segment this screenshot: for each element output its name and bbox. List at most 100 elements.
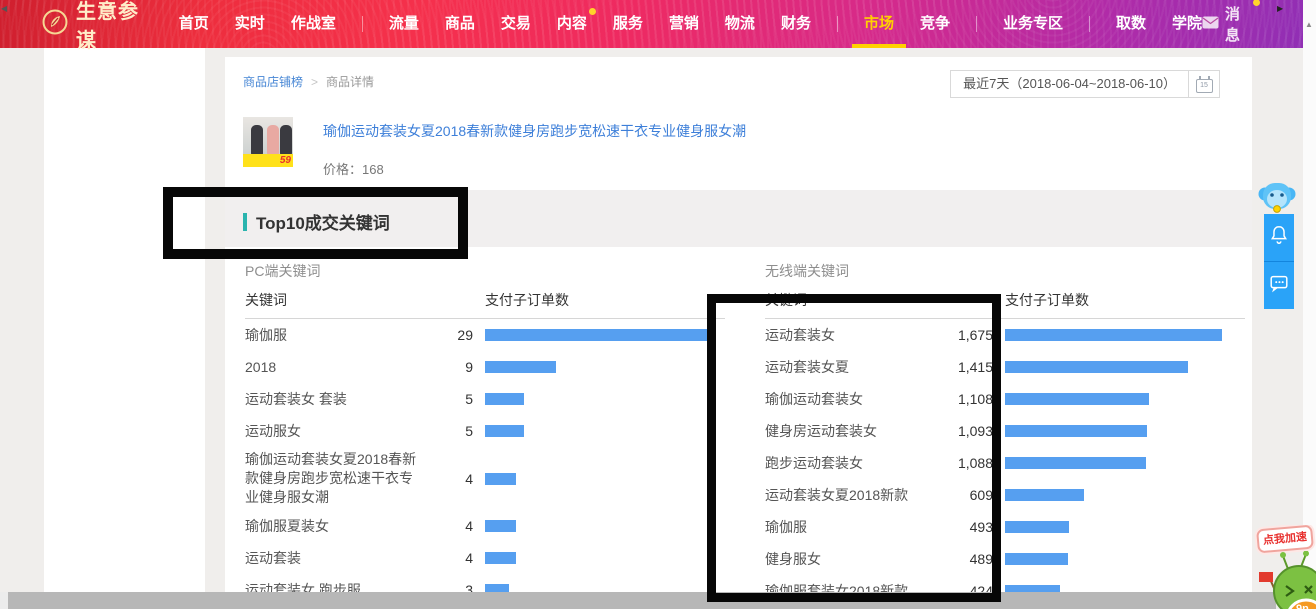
bar-track (485, 329, 725, 341)
table-title: 无线端关键词 (765, 262, 1245, 280)
nav-item-业务专区[interactable]: 业务专区 (1003, 0, 1063, 48)
date-range-button[interactable]: 最近7天（2018-06-04~2018-06-10） (950, 70, 1189, 98)
keyword-cell: 运动套装 (245, 546, 423, 571)
order-count-bar (1005, 489, 1084, 501)
brand-logo-icon (42, 9, 68, 40)
product-summary: 59 瑜伽运动套装女夏2018春新款健身房跑步宽松速干衣专业健身服女潮 价格：1… (243, 117, 746, 178)
bar-track (485, 425, 725, 437)
product-thumbnail[interactable]: 59 (243, 117, 293, 167)
nav-item-物流[interactable]: 物流 (725, 0, 755, 48)
nav-item-交易[interactable]: 交易 (501, 0, 531, 48)
keyword-cell: 瑜伽服套装女2018新款 (765, 579, 943, 593)
bar-track (1005, 521, 1245, 533)
scroll-left-arrow-icon[interactable]: ◀ (1, 4, 7, 13)
table-row: 瑜伽运动套装女夏2018春新款健身房跑步宽松速干衣专业健身服女潮4 (245, 447, 725, 510)
speedup-mascot[interactable]: 点我加速 9n (1252, 525, 1316, 609)
brand[interactable]: 生意参谋 (42, 0, 149, 53)
calendar-button[interactable]: 15 (1189, 70, 1220, 98)
nav-item-财务[interactable]: 财务 (781, 0, 811, 48)
bar-track (1005, 553, 1245, 565)
speedup-bubble[interactable]: 点我加速 (1256, 525, 1314, 553)
nav-messages-label: 消息 (1225, 3, 1250, 45)
keyword-cell: 瑜伽服 (765, 515, 943, 540)
left-sidebar-panel (44, 48, 205, 592)
keyword-cell: 跑步运动套装女 (765, 451, 943, 476)
nav-item-服务[interactable]: 服务 (613, 0, 643, 48)
order-count-bar (485, 584, 509, 592)
elephant-mascot[interactable] (1258, 180, 1296, 219)
nav-item-取数[interactable]: 取数 (1116, 0, 1146, 48)
table-row: 运动套装女夏1,415 (765, 351, 1245, 383)
keyword-tables: PC端关键词 关键词 支付子订单数 瑜伽服2920189运动套装女 套装5运动服… (225, 247, 1252, 592)
table-row: 瑜伽服29 (245, 319, 725, 351)
breadcrumb-separator: > (311, 75, 318, 89)
table-row: 瑜伽服493 (765, 511, 1245, 543)
table-row: 瑜伽服套装女2018新款424 (765, 575, 1245, 592)
order-count-bar (485, 361, 556, 373)
table-row: 瑜伽运动套装女1,108 (765, 383, 1245, 415)
vertical-scrollbar[interactable]: ▲ (1303, 0, 1316, 609)
nav-item-商品[interactable]: 商品 (445, 0, 475, 48)
nav-item-作战室[interactable]: 作战室 (291, 0, 336, 48)
nav-item-首页[interactable]: 首页 (179, 0, 209, 48)
table-body: 运动套装女1,675运动套装女夏1,415瑜伽运动套装女1,108健身房运动套装… (765, 319, 1245, 592)
svg-text:9n: 9n (1296, 603, 1309, 609)
order-count-bar (1005, 521, 1069, 533)
notifications-button[interactable] (1264, 214, 1294, 261)
table-row: 运动套装女1,675 (765, 319, 1245, 351)
order-count-bar (1005, 329, 1222, 341)
order-count-cell: 493 (943, 519, 993, 535)
order-count-bar (485, 393, 524, 405)
accent-bar (243, 213, 247, 231)
feedback-button[interactable] (1264, 261, 1294, 309)
scroll-up-arrow-icon[interactable]: ▲ (1305, 20, 1313, 29)
bar-track (1005, 393, 1245, 405)
order-count-bar (1005, 393, 1149, 405)
brand-name: 生意参谋 (76, 0, 149, 53)
column-header-keyword: 关键词 (765, 290, 807, 310)
nav-item-内容[interactable]: 内容 (557, 0, 587, 48)
breadcrumb-link[interactable]: 商品店铺榜 (243, 73, 303, 90)
order-count-cell: 1,415 (943, 359, 993, 375)
nav-item-学院[interactable]: 学院 (1172, 0, 1202, 48)
nav-divider (837, 16, 838, 32)
order-count-cell: 1,093 (943, 423, 993, 439)
bar-track (485, 520, 725, 532)
nav-item-messages[interactable]: 消息 (1202, 3, 1250, 45)
table-row: 跑步运动套装女1,088 (765, 447, 1245, 479)
nav-divider (976, 16, 977, 32)
chat-icon (1268, 272, 1290, 299)
column-header-orders: 支付子订单数 (1005, 290, 1089, 310)
order-count-bar (485, 520, 516, 532)
bar-track (1005, 489, 1245, 501)
keyword-cell: 瑜伽服 (245, 323, 423, 348)
order-count-cell: 609 (943, 487, 993, 503)
table-row: 运动服女5 (245, 415, 725, 447)
horizontal-scrollbar-thumb[interactable] (8, 592, 1276, 609)
nav-item-流量[interactable]: 流量 (389, 0, 419, 48)
table-row: 运动套装女 套装5 (245, 383, 725, 415)
order-count-cell: 4 (423, 471, 473, 487)
nav-item-实时[interactable]: 实时 (235, 0, 265, 48)
order-count-cell: 489 (943, 551, 993, 567)
pc-keyword-table: PC端关键词 关键词 支付子订单数 瑜伽服2920189运动套装女 套装5运动服… (245, 262, 725, 592)
nav-item-市场[interactable]: 市场 (864, 0, 894, 48)
thumb-figure (280, 125, 292, 155)
scroll-right-arrow-icon[interactable]: ▶ (1277, 4, 1283, 13)
bar-track (485, 584, 725, 592)
notification-dot (589, 8, 596, 15)
bar-track (1005, 329, 1245, 341)
product-title-link[interactable]: 瑜伽运动套装女夏2018春新款健身房跑步宽松速干衣专业健身服女潮 (323, 121, 746, 141)
page: 生意参谋 首页实时作战室 流量商品交易内容服务营销物流财务 市场竞争 业务专区 取数学院… (0, 0, 1316, 609)
table-row: 健身房运动套装女1,093 (765, 415, 1245, 447)
order-count-cell: 3 (423, 582, 473, 592)
order-count-bar (485, 329, 713, 341)
keyword-cell: 运动套装女 跑步服 (245, 578, 423, 593)
table-row: 20189 (245, 351, 725, 383)
nav-divider (1089, 16, 1090, 32)
content-card: 商品店铺榜 > 商品详情 最近7天（2018-06-04~2018-06-10）… (225, 57, 1252, 592)
breadcrumb-current: 商品详情 (326, 73, 374, 90)
nav-item-竞争[interactable]: 竞争 (920, 0, 950, 48)
nav-item-营销[interactable]: 营销 (669, 0, 699, 48)
bar-track (1005, 585, 1245, 592)
